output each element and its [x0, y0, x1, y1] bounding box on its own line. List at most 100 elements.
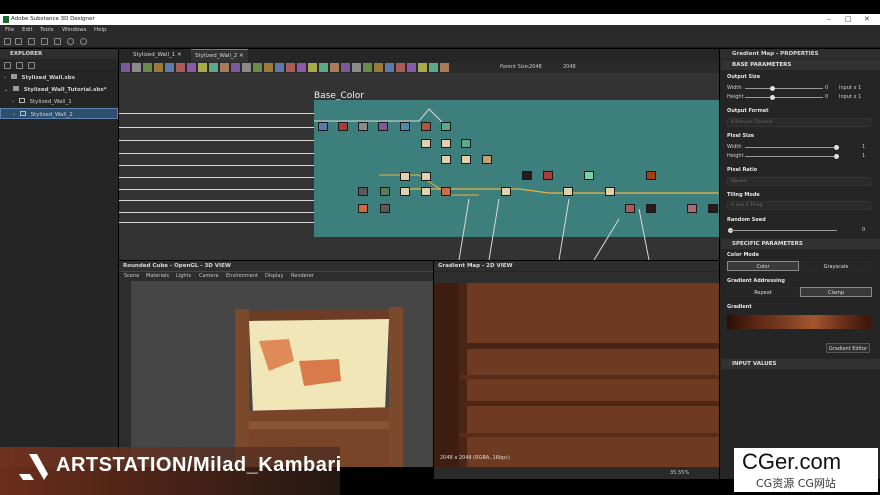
graph-node[interactable] — [318, 122, 328, 131]
menu-display[interactable]: Display — [265, 273, 283, 279]
graph-node[interactable] — [421, 172, 431, 181]
pixel-ratio-select[interactable]: Square — [727, 177, 871, 186]
graph-node[interactable] — [421, 139, 431, 148]
explorer-item-graph-1[interactable]: › Stylized_Wall_1 — [0, 96, 118, 107]
graph-node[interactable] — [421, 122, 431, 131]
graph-node[interactable] — [441, 155, 451, 164]
import-icon[interactable] — [28, 38, 35, 45]
graph-node[interactable] — [441, 122, 451, 131]
graph-node[interactable] — [441, 139, 451, 148]
output-width-knob[interactable] — [770, 86, 775, 91]
graph-node[interactable] — [646, 171, 656, 180]
output-height-slider[interactable] — [745, 97, 823, 98]
output-height-value[interactable]: 0 — [825, 94, 828, 100]
gradient-addressing-label: Gradient Addressing — [727, 278, 786, 284]
graph-node[interactable] — [400, 172, 410, 181]
menu-materials[interactable]: Materials — [146, 273, 169, 279]
filter-icon[interactable] — [28, 62, 35, 69]
menu-edit[interactable]: Edit — [22, 27, 33, 33]
pixel-width-knob[interactable] — [834, 145, 839, 150]
save-icon[interactable] — [54, 38, 61, 45]
explorer-item-graph-2[interactable]: › Stylized_Wall_2 — [0, 108, 118, 119]
output-height-knob[interactable] — [770, 95, 775, 100]
pixel-height-slider[interactable] — [745, 156, 837, 157]
view-2d[interactable]: Gradient Map - 2D VIEW 2048 x 2048 (RGBA… — [434, 261, 719, 475]
graph-node[interactable] — [563, 187, 573, 196]
graph-node[interactable] — [687, 204, 697, 213]
zoom-readout[interactable]: 35.55% — [670, 470, 689, 476]
graph-node[interactable] — [400, 122, 410, 131]
gradient-editor-button[interactable]: Gradient Editor — [826, 343, 870, 353]
section-title: SPECIFIC PARAMETERS — [732, 241, 803, 247]
menu-file[interactable]: File — [5, 27, 14, 33]
menu-environment[interactable]: Environment — [226, 273, 258, 279]
menu-windows[interactable]: Windows — [62, 27, 87, 33]
graph-node[interactable] — [543, 171, 553, 180]
specific-parameters-section[interactable]: SPECIFIC PARAMETERS — [721, 239, 880, 249]
output-width-mode[interactable]: Input x 1 — [839, 85, 861, 91]
pixel-height-knob[interactable] — [834, 154, 839, 159]
graph-node[interactable] — [605, 187, 615, 196]
artstation-logo — [19, 454, 48, 480]
color-mode-grayscale-button[interactable]: Grayscale — [800, 261, 872, 271]
pixel-height-value[interactable]: 1 — [862, 153, 865, 159]
graph-node[interactable] — [646, 204, 656, 213]
graph-node[interactable] — [461, 139, 471, 148]
tiling-mode-select[interactable]: H and V Tiling — [727, 201, 871, 210]
output-width-slider[interactable] — [745, 88, 823, 89]
new-icon[interactable] — [4, 38, 11, 45]
explorer-item-package-2[interactable]: ⌄ Stylized_Wall_Tutorial.sbs* — [0, 84, 118, 95]
graph-node[interactable] — [400, 187, 410, 196]
graph-node[interactable] — [421, 187, 431, 196]
open-folder-icon[interactable] — [41, 38, 48, 45]
pixel-width-slider[interactable] — [745, 147, 837, 148]
graph-icon — [19, 111, 26, 116]
menu-tools[interactable]: Tools — [40, 27, 54, 33]
random-seed-slider[interactable] — [730, 230, 837, 231]
menu-lights[interactable]: Lights — [176, 273, 191, 279]
graph-node[interactable] — [482, 155, 492, 164]
gradient-preview[interactable] — [727, 315, 871, 329]
graph-node[interactable] — [501, 187, 511, 196]
close-icon[interactable]: ✕ — [864, 15, 870, 23]
explorer-item-package-1[interactable]: › Stylized_Wall.sbs — [0, 72, 118, 83]
menu-help[interactable]: Help — [94, 27, 107, 33]
graph-node[interactable] — [708, 204, 718, 213]
graph-node[interactable] — [461, 155, 471, 164]
graph-node[interactable] — [358, 187, 368, 196]
graph-node[interactable] — [584, 171, 594, 180]
undo-icon[interactable] — [67, 38, 74, 45]
new-package-icon[interactable] — [4, 62, 11, 69]
graph-view[interactable]: Stylized_Wall_1 ✕ Stylized_Wall_2 ✕ Pare… — [119, 49, 719, 260]
maximize-icon[interactable]: □ — [845, 15, 852, 23]
graph-node[interactable] — [522, 171, 532, 180]
view-3d[interactable]: Rounded Cube - OpenGL - 3D VIEW Scene Ma… — [119, 261, 433, 467]
menu-renderer[interactable]: Renderer — [291, 273, 314, 279]
graph-node[interactable] — [380, 187, 390, 196]
output-width-value[interactable]: 0 — [825, 85, 828, 91]
output-format-select[interactable]: 8 Bits per Channel — [727, 118, 871, 127]
graph-node[interactable] — [358, 204, 368, 213]
graph-node[interactable] — [378, 122, 388, 131]
view-2d-header: Gradient Map - 2D VIEW — [434, 261, 719, 271]
link-icon[interactable] — [15, 38, 22, 45]
output-height-mode[interactable]: Input x 1 — [839, 94, 861, 100]
random-seed-value[interactable]: 0 — [862, 227, 865, 233]
input-values-section[interactable]: INPUT VALUES — [721, 359, 880, 369]
addressing-repeat-button[interactable]: Repeat — [727, 287, 799, 297]
base-parameters-section[interactable]: BASE PARAMETERS — [721, 60, 880, 70]
graph-node[interactable] — [380, 204, 390, 213]
add-icon[interactable] — [16, 62, 23, 69]
graph-node[interactable] — [358, 122, 368, 131]
graph-node[interactable] — [338, 122, 348, 131]
color-mode-color-button[interactable]: Color — [727, 261, 799, 271]
redo-icon[interactable] — [80, 38, 87, 45]
addressing-clamp-button[interactable]: Clamp — [800, 287, 872, 297]
pixel-width-value[interactable]: 1 — [862, 144, 865, 150]
graph-node[interactable] — [441, 187, 451, 196]
window-titlebar: Adobe Substance 3D Designer – □ ✕ — [0, 14, 880, 25]
graph-node[interactable] — [625, 204, 635, 213]
menu-scene[interactable]: Scene — [124, 273, 139, 279]
minimize-icon[interactable]: – — [827, 15, 831, 23]
menu-camera[interactable]: Camera — [199, 273, 219, 279]
